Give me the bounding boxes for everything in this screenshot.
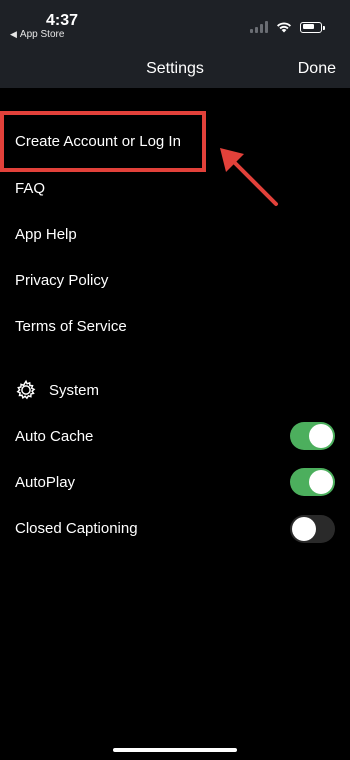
home-indicator[interactable] xyxy=(113,748,237,752)
wifi-icon xyxy=(277,22,291,33)
toggle-knob xyxy=(292,517,316,541)
terms-of-service-item[interactable]: Terms of Service xyxy=(15,318,127,335)
system-section-header: System xyxy=(15,377,99,403)
toggle-knob xyxy=(309,470,333,494)
top-bar: 4:37 ◀ App Store Settings Done xyxy=(0,0,350,88)
highlight-box xyxy=(0,111,206,172)
closed-captioning-label: Closed Captioning xyxy=(15,520,138,537)
app-help-item[interactable]: App Help xyxy=(15,226,77,243)
closed-captioning-toggle[interactable] xyxy=(290,515,335,543)
faq-item[interactable]: FAQ xyxy=(15,180,45,197)
back-triangle-icon: ◀ xyxy=(10,29,17,39)
privacy-policy-item[interactable]: Privacy Policy xyxy=(15,272,108,289)
status-time: 4:37 xyxy=(46,12,79,29)
system-label: System xyxy=(49,381,100,399)
auto-cache-toggle[interactable] xyxy=(290,422,335,450)
cellular-signal-icon xyxy=(250,21,268,33)
autoplay-label: AutoPlay xyxy=(15,474,76,491)
auto-cache-label: Auto Cache xyxy=(15,428,94,445)
done-button[interactable]: Done xyxy=(298,60,336,78)
toggle-knob xyxy=(309,424,333,448)
back-to-app-store[interactable]: ◀ App Store xyxy=(10,29,64,40)
status-icons xyxy=(250,20,325,34)
annotation-arrow-icon xyxy=(220,148,278,206)
gear-icon xyxy=(16,379,36,400)
autoplay-toggle[interactable] xyxy=(290,468,335,496)
battery-icon xyxy=(300,21,325,33)
back-label: App Store xyxy=(19,29,65,40)
